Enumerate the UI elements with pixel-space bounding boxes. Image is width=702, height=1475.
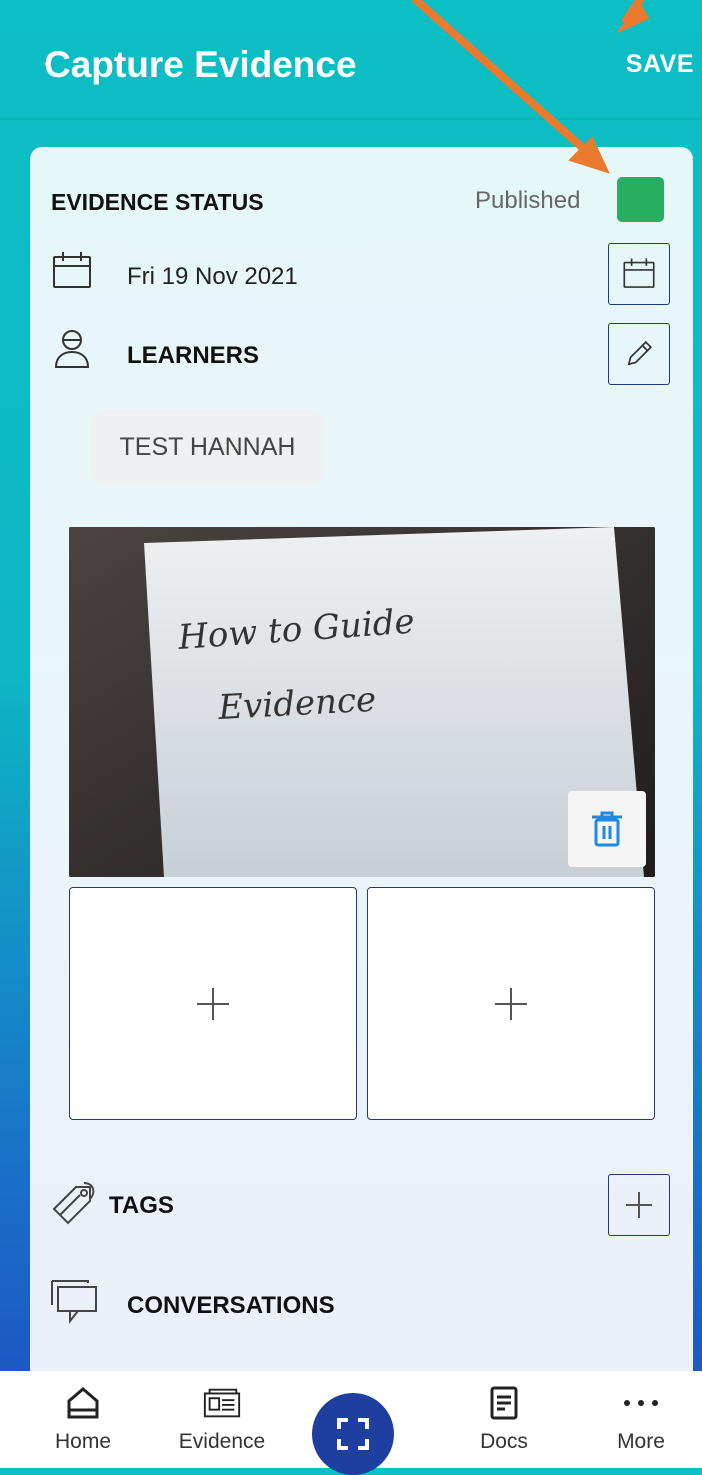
docs-icon [484, 1384, 524, 1422]
evidence-date: Fri 19 Nov 2021 [127, 263, 298, 290]
calendar-icon [623, 258, 655, 288]
more-icon [621, 1384, 661, 1422]
scan-button[interactable] [312, 1393, 394, 1475]
nav-evidence-label: Evidence [178, 1430, 266, 1453]
nav-docs-label: Docs [480, 1430, 528, 1453]
conversations-label: CONVERSATIONS [127, 1292, 335, 1319]
date-picker-button[interactable] [608, 243, 670, 305]
nav-docs[interactable]: Docs [470, 1371, 538, 1468]
nav-home[interactable]: Home [48, 1371, 118, 1468]
tags-label: TAGS [109, 1192, 174, 1219]
pencil-icon [627, 340, 653, 366]
evidence-card: EVIDENCE STATUS Published Fri 19 Nov 202… [30, 147, 693, 1437]
nav-home-label: Home [54, 1430, 112, 1453]
delete-photo-button[interactable] [568, 791, 646, 867]
learner-chip[interactable]: TEST HANNAH [91, 410, 324, 484]
learner-icon [50, 327, 94, 371]
nav-more-label: More [617, 1430, 665, 1453]
add-media-tile[interactable] [367, 887, 655, 1120]
handwriting-line-2: Evidence [216, 680, 377, 728]
home-icon [63, 1384, 103, 1422]
scan-icon [337, 1418, 369, 1450]
plus-icon [495, 987, 527, 1020]
plus-icon [197, 987, 229, 1020]
plus-icon [626, 1192, 652, 1218]
add-media-tile[interactable] [69, 887, 357, 1120]
annotation-arrows [412, 0, 650, 174]
calendar-icon [50, 249, 94, 293]
add-tag-button[interactable] [608, 1174, 670, 1236]
edit-learners-button[interactable] [608, 323, 670, 385]
nav-more[interactable]: More [606, 1371, 676, 1468]
conversations-icon [50, 1277, 100, 1327]
nav-evidence[interactable]: Evidence [172, 1371, 272, 1468]
learners-label: LEARNERS [127, 342, 260, 369]
tag-icon [50, 1179, 100, 1229]
trash-icon [592, 811, 622, 847]
evidence-icon [202, 1384, 242, 1422]
